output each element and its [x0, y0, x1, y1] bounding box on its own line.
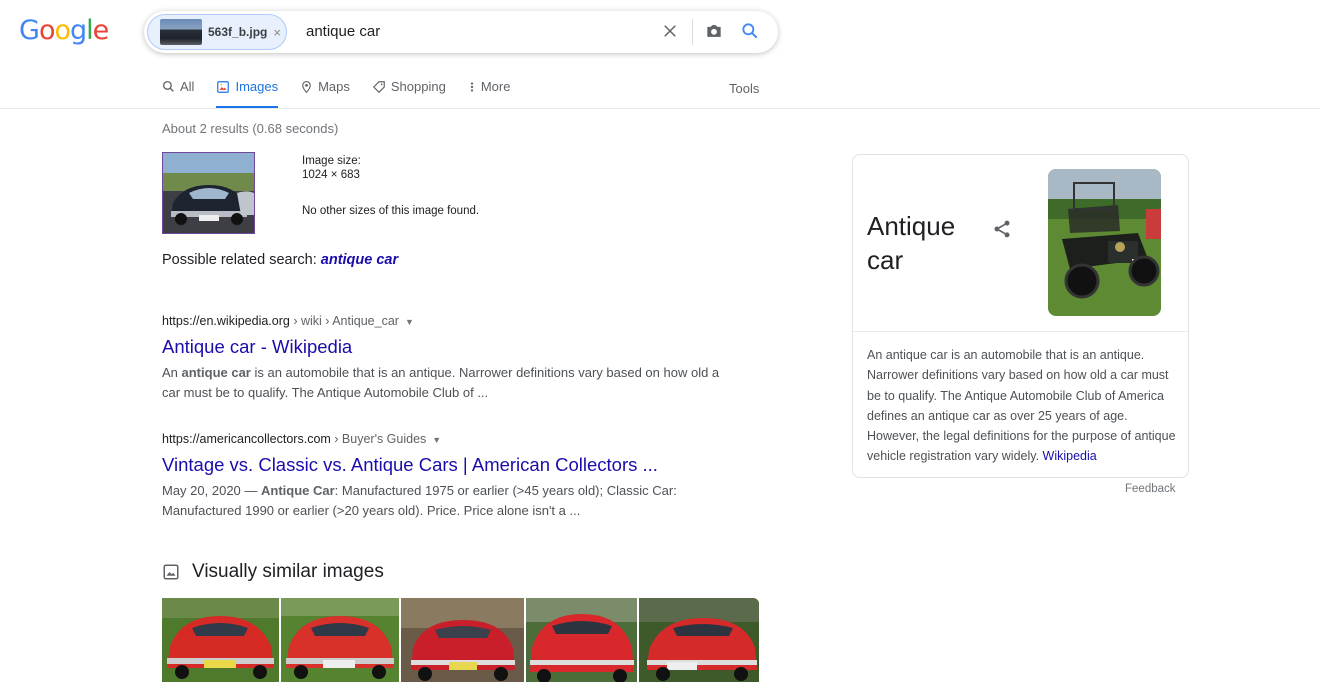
map-pin-icon: [302, 81, 311, 94]
similar-image[interactable]: [526, 598, 637, 682]
result-breadcrumb: › wiki › Antique_car: [289, 314, 399, 328]
result-url[interactable]: https://americancollectors.com › Buyer's…: [162, 432, 722, 446]
result-snippet: May 20, 2020 — Antique Car: Manufactured…: [162, 481, 722, 521]
tools-button[interactable]: Tools: [729, 81, 759, 96]
similar-image[interactable]: [281, 598, 399, 682]
chip-remove-button[interactable]: ×: [273, 25, 281, 40]
search-icon: [162, 80, 174, 92]
image-icon: [217, 81, 230, 93]
image-sizes-note: No other sizes of this image found.: [302, 205, 480, 217]
logo-letter: o: [38, 15, 56, 46]
knowledge-panel-divider: [853, 331, 1188, 332]
wikipedia-link[interactable]: Wikipedia: [1043, 449, 1097, 463]
tab-label: More: [480, 79, 511, 94]
image-info: Image size: 1024 × 683 No other sizes of…: [302, 154, 479, 218]
tab-label: Images: [235, 79, 279, 94]
caret-down-icon[interactable]: ▼: [405, 317, 414, 327]
similar-images-title: Visually similar images: [192, 561, 384, 582]
snippet-highlight: antique car: [181, 365, 251, 380]
logo-letter: e: [92, 15, 110, 46]
more-vert-icon: [470, 82, 474, 92]
tab-shopping[interactable]: Shopping: [372, 79, 446, 109]
image-icon: [163, 564, 179, 580]
result-title-link[interactable]: Antique car - Wikipedia: [162, 335, 722, 359]
image-query-chip[interactable]: 563f_b.jpg ×: [147, 14, 287, 50]
camera-icon[interactable]: [704, 21, 724, 41]
knowledge-panel-description: An antique car is an automobile that is …: [867, 345, 1179, 467]
clear-icon[interactable]: [661, 22, 679, 40]
chip-filename: 563f_b.jpg: [208, 25, 268, 39]
search-tabs: All Images Maps Shopping More: [162, 79, 532, 109]
tab-maps[interactable]: Maps: [300, 79, 350, 109]
search-divider: [692, 19, 693, 45]
caret-down-icon[interactable]: ▼: [432, 435, 441, 445]
related-search: Possible related search: antique car: [162, 252, 398, 268]
search-icon[interactable]: [740, 21, 760, 41]
result-domain: https://en.wikipedia.org: [162, 314, 290, 328]
logo-letter: G: [19, 15, 40, 46]
knowledge-panel: Antique car An antique car is an automob…: [852, 154, 1189, 478]
similar-image[interactable]: [162, 598, 279, 682]
snippet-text: An: [162, 365, 182, 380]
search-box[interactable]: 563f_b.jpg × antique car: [144, 11, 778, 53]
similar-images-heading: Visually similar images: [162, 561, 384, 583]
similar-images-row: [162, 598, 761, 682]
search-result: https://americancollectors.com › Buyer's…: [162, 432, 722, 521]
share-icon[interactable]: [992, 219, 1012, 239]
description-text: An antique car is an automobile that is …: [867, 348, 1176, 464]
feedback-link[interactable]: Feedback: [1125, 483, 1176, 495]
result-domain: https://americancollectors.com: [162, 432, 331, 446]
related-search-link[interactable]: antique car: [321, 252, 398, 268]
tag-icon: [372, 81, 385, 94]
result-snippet: An antique car is an automobile that is …: [162, 363, 722, 403]
similar-image[interactable]: [639, 598, 759, 682]
knowledge-panel-image[interactable]: [1048, 169, 1161, 316]
tab-label: Maps: [318, 79, 350, 94]
snippet-highlight: Antique Car: [261, 483, 335, 498]
query-image-thumbnail: [160, 19, 202, 45]
search-result: https://en.wikipedia.org › wiki › Antiqu…: [162, 314, 722, 403]
result-stats: About 2 results (0.68 seconds): [162, 121, 339, 136]
image-size-value: 1024 × 683: [302, 169, 360, 181]
result-url[interactable]: https://en.wikipedia.org › wiki › Antiqu…: [162, 314, 722, 328]
logo-letter: g: [70, 15, 87, 46]
similar-image[interactable]: [401, 598, 524, 682]
logo-letter: o: [54, 15, 71, 46]
tab-images[interactable]: Images: [216, 79, 279, 109]
query-image[interactable]: [162, 152, 255, 234]
tab-label: Shopping: [390, 79, 446, 94]
google-logo[interactable]: Google: [19, 15, 110, 46]
tab-all[interactable]: All: [162, 79, 194, 109]
result-breadcrumb: › Buyer's Guides: [330, 432, 427, 446]
tab-label: All: [180, 79, 195, 94]
header-divider: [0, 108, 1320, 109]
search-input[interactable]: antique car: [306, 23, 380, 40]
knowledge-panel-title: Antique car: [867, 211, 956, 275]
snippet-text: May 20, 2020 —: [162, 483, 261, 498]
result-title-link[interactable]: Vintage vs. Classic vs. Antique Cars | A…: [162, 453, 722, 477]
related-search-label: Possible related search:: [162, 252, 317, 268]
tab-more[interactable]: More: [468, 79, 511, 109]
image-size-label: Image size:: [302, 155, 361, 167]
